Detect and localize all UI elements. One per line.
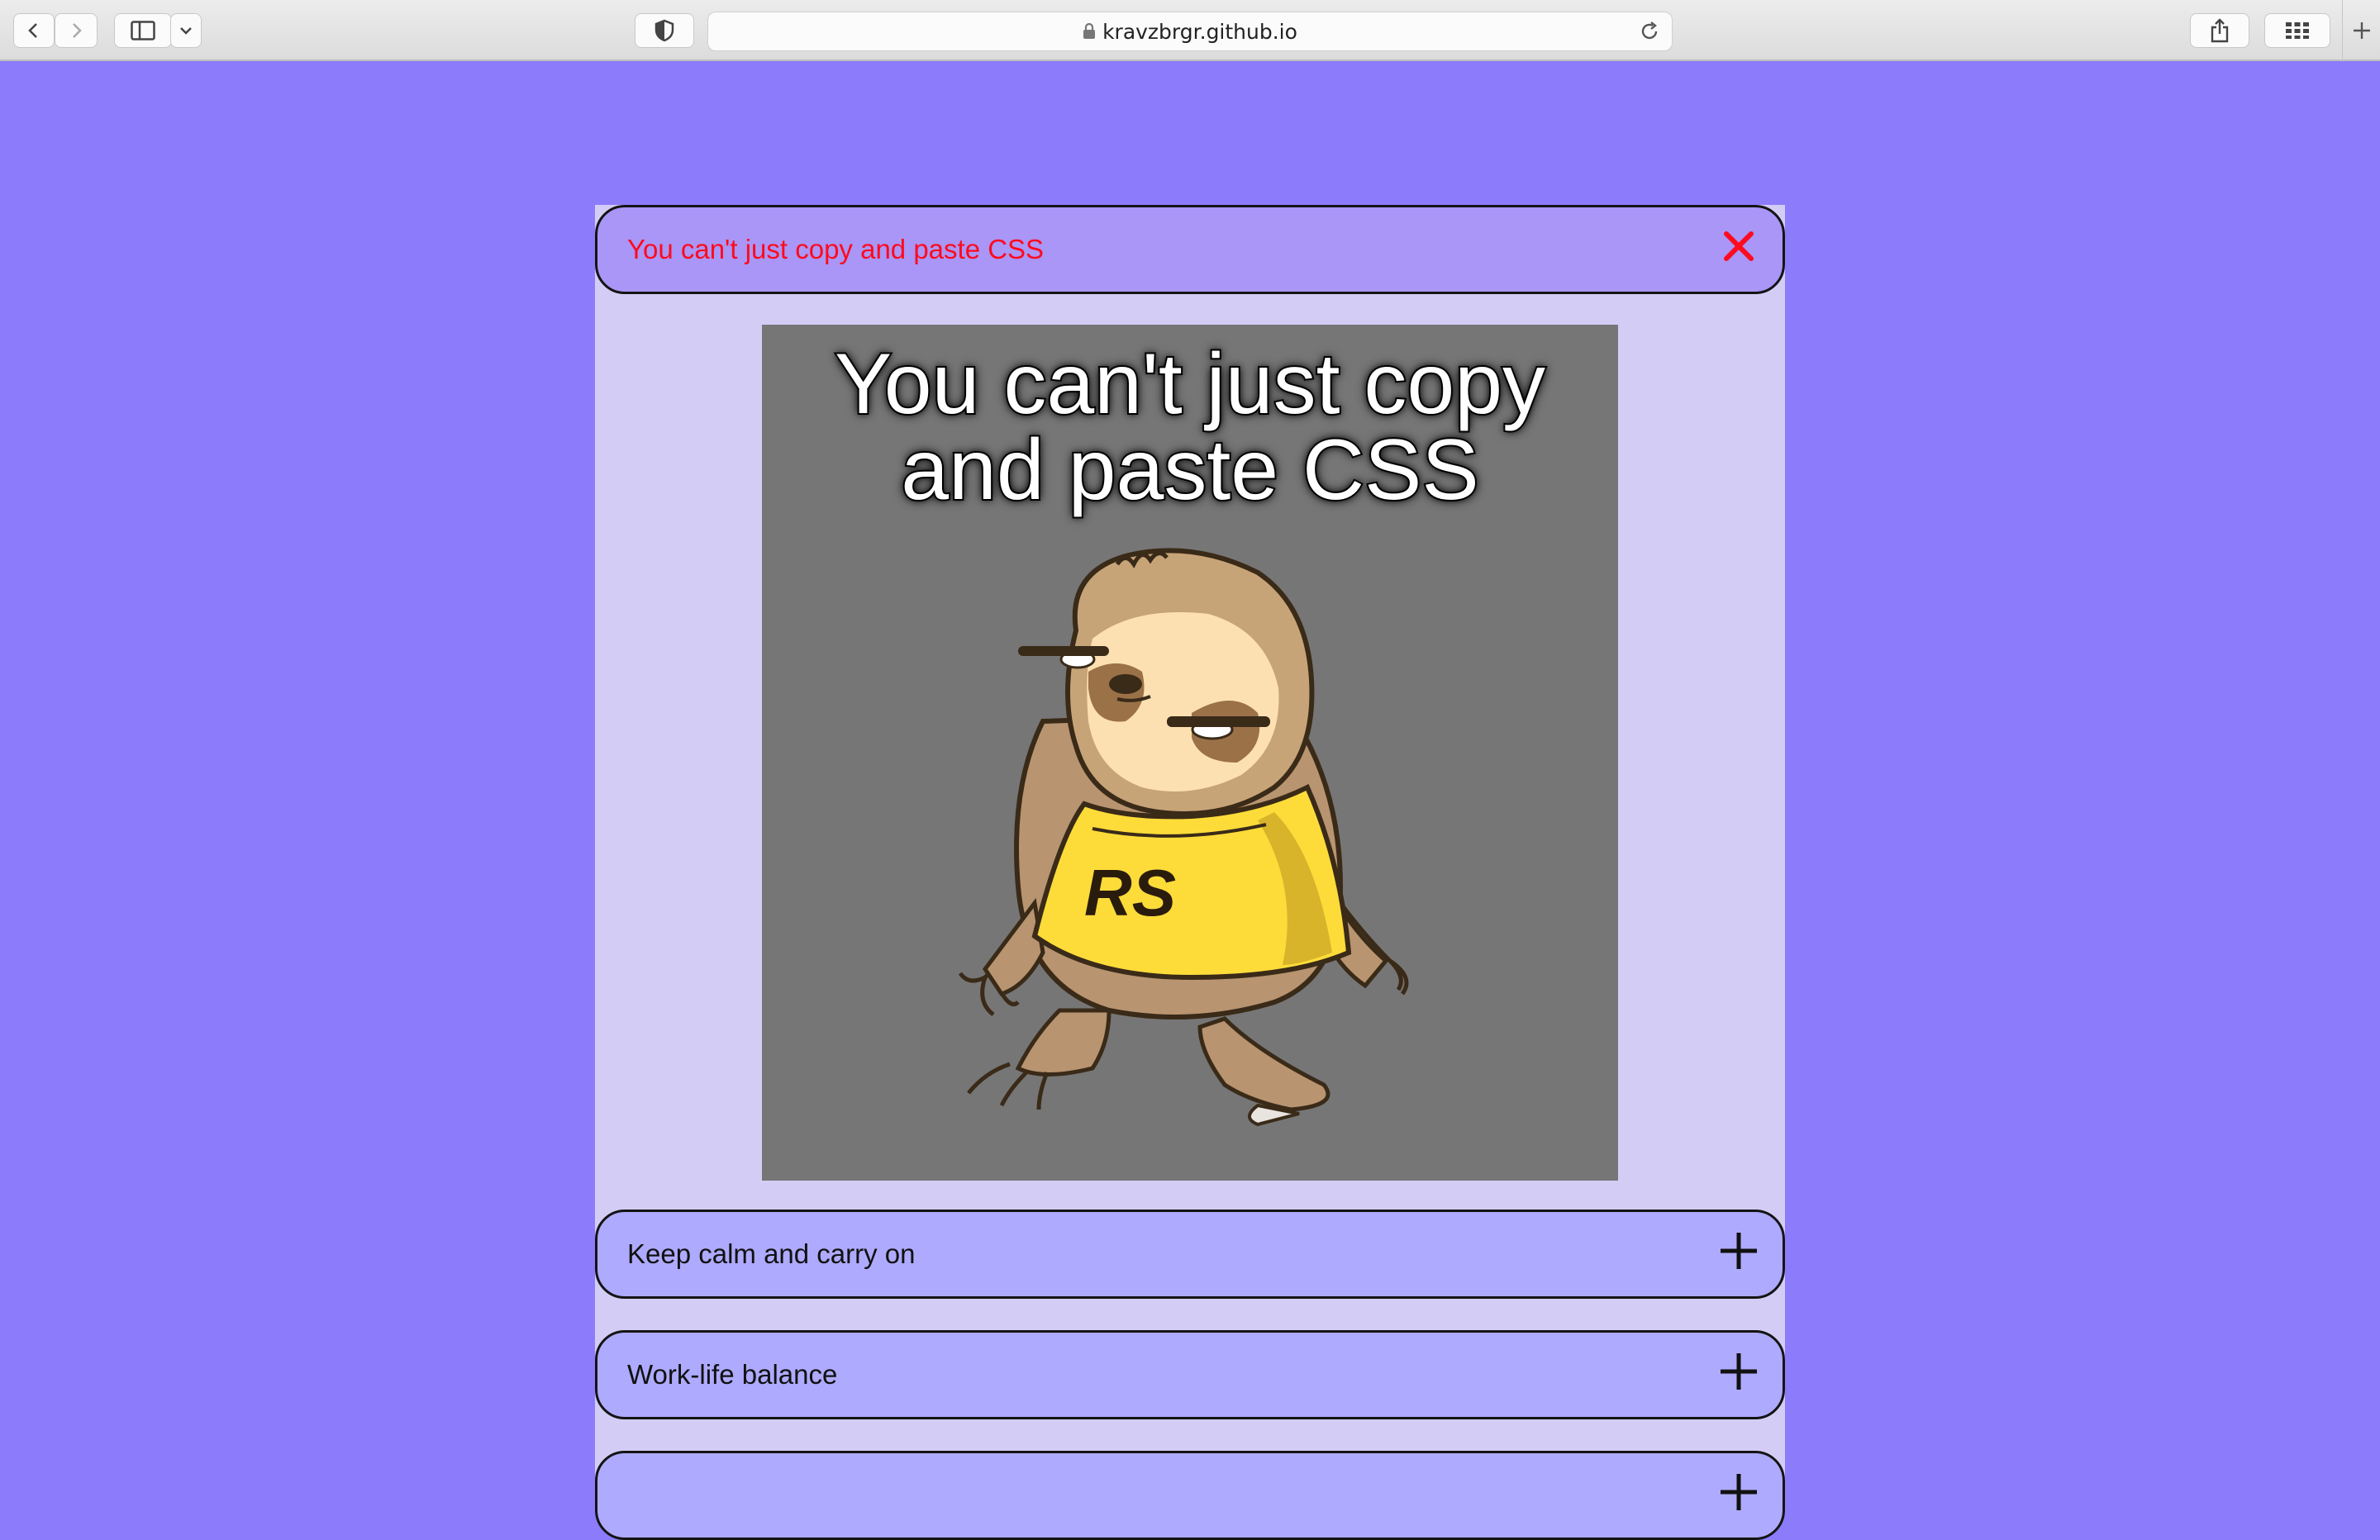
new-tab-button[interactable] xyxy=(2342,0,2380,61)
share-button[interactable] xyxy=(2190,13,2249,48)
share-icon xyxy=(2211,18,2229,43)
reload-icon[interactable] xyxy=(1639,21,1660,42)
accordion-item-partial[interactable] xyxy=(595,1451,1785,1540)
accordion-item-title: You can't just copy and paste CSS xyxy=(627,234,1045,264)
lock-icon xyxy=(1083,23,1096,39)
plus-icon xyxy=(2354,22,2370,39)
accordion-item-title: Keep calm and carry on xyxy=(627,1238,916,1269)
privacy-report-button[interactable] xyxy=(635,13,694,48)
plus-icon[interactable] xyxy=(1718,1230,1759,1271)
accordion-item-title: Work-life balance xyxy=(627,1359,838,1390)
sidebar-icon xyxy=(131,21,155,40)
chevron-down-icon xyxy=(180,27,192,35)
plus-icon[interactable] xyxy=(1718,1351,1759,1392)
url-text: kravzbrgr.github.io xyxy=(1102,19,1297,44)
sidebar-menu-button[interactable] xyxy=(170,13,202,48)
forward-button[interactable] xyxy=(55,13,98,48)
close-icon[interactable] xyxy=(1718,226,1759,267)
sidebar-button[interactable] xyxy=(114,13,172,48)
shield-icon xyxy=(654,19,674,42)
accordion-item-css[interactable]: You can't just copy and paste CSS xyxy=(595,205,1785,294)
grid-icon xyxy=(2286,22,2309,39)
chevron-left-icon xyxy=(28,23,37,38)
accordion-item-work-life[interactable]: Work-life balance xyxy=(595,1330,1785,1419)
meme-image: You can't just copy and paste CSS RS xyxy=(762,325,1618,1181)
accordion-item-keep-calm[interactable]: Keep calm and carry on xyxy=(595,1210,1785,1299)
address-bar[interactable]: kravzbrgr.github.io xyxy=(707,12,1673,51)
plus-icon[interactable] xyxy=(1718,1471,1759,1513)
shirt-text: RS xyxy=(1084,856,1176,929)
back-button[interactable] xyxy=(13,13,55,48)
sloth-illustration: RS xyxy=(958,548,1409,1127)
browser-toolbar: kravzbrgr.github.io xyxy=(0,0,2380,61)
tab-overview-button[interactable] xyxy=(2264,13,2330,48)
chevron-right-icon xyxy=(73,23,82,38)
